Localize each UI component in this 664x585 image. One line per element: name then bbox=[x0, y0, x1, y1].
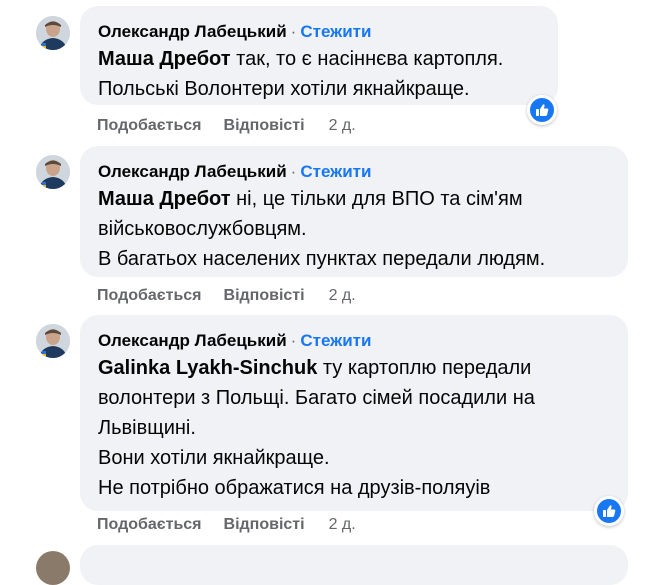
avatar-photo-icon bbox=[36, 16, 70, 50]
mention-link[interactable]: Маша Дребот bbox=[98, 188, 231, 210]
reaction-badge[interactable] bbox=[594, 496, 624, 526]
avatar[interactable] bbox=[36, 16, 70, 50]
author-name[interactable]: Олександр Лабецький bbox=[98, 331, 287, 350]
comment-bubble bbox=[80, 545, 628, 585]
timestamp[interactable]: 2 д. bbox=[329, 516, 356, 533]
comment-text: Galinka Lyakh-Sinchuk ту картоплю переда… bbox=[98, 353, 612, 503]
like-button[interactable]: Подобається bbox=[97, 287, 202, 304]
comment-text-line: волонтери з Польщі. Багато сімей посадил… bbox=[98, 387, 535, 409]
comment-actions: Подобається Відповісті 2 д. bbox=[97, 287, 378, 305]
reply-button[interactable]: Відповісті bbox=[224, 117, 305, 134]
mention-link[interactable]: Galinka Lyakh-Sinchuk bbox=[98, 357, 317, 379]
avatar[interactable] bbox=[36, 551, 70, 585]
comment-actions: Подобається Відповісті 2 д. bbox=[97, 117, 378, 135]
comment-header: Олександр Лабецький · Стежити bbox=[98, 329, 612, 353]
comment-text: Маша Дребот ні, це тільки для ВПО та сім… bbox=[98, 184, 612, 274]
comment-header: Олександр Лабецький · Стежити bbox=[98, 160, 612, 184]
timestamp[interactable]: 2 д. bbox=[329, 287, 356, 304]
separator-dot: · bbox=[290, 331, 297, 350]
avatar[interactable] bbox=[36, 155, 70, 189]
author-name[interactable]: Олександр Лабецький bbox=[98, 162, 287, 181]
author-name[interactable]: Олександр Лабецький bbox=[98, 22, 287, 41]
comment-text: Маша Дребот так, то є насіннєва картопля… bbox=[98, 44, 542, 104]
follow-link[interactable]: Стежити bbox=[300, 162, 371, 181]
thumbs-up-icon bbox=[536, 104, 549, 116]
comment-text-line: Не потрібно ображатися на друзів-поляуів bbox=[98, 477, 491, 499]
comment-text-segment: ні, це тільки для ВПО та сім'ям bbox=[230, 188, 523, 210]
comment-text-line: Вони хотіли якнайкраще. bbox=[98, 447, 330, 469]
comment-actions: Подобається Відповісті 2 д. bbox=[97, 516, 378, 534]
comment-bubble: Олександр Лабецький · Стежити Galinka Lyak… bbox=[80, 315, 628, 511]
comment-text-line: В багатьох населених пунктах передали лю… bbox=[98, 248, 546, 270]
comment-text-segment: так, то є насіннєва картопля. bbox=[230, 48, 504, 70]
mention-link[interactable]: Маша Дребот bbox=[98, 48, 231, 70]
thumbs-up-icon bbox=[603, 505, 616, 517]
separator-dot: · bbox=[290, 162, 297, 181]
reply-button[interactable]: Відповісті bbox=[224, 516, 305, 533]
avatar[interactable] bbox=[36, 324, 70, 358]
like-button[interactable]: Подобається bbox=[97, 516, 202, 533]
comment-text-line: Польські Волонтери хотіли якнайкраще. bbox=[98, 78, 470, 100]
comment-text-line: військовослужбовцям. bbox=[98, 218, 307, 240]
comment-bubble: Олександр Лабецький · Стежити Маша Дребот … bbox=[80, 6, 558, 105]
follow-link[interactable]: Стежити bbox=[300, 22, 371, 41]
avatar-photo-icon bbox=[36, 324, 70, 358]
avatar-photo-icon bbox=[36, 155, 70, 189]
follow-link[interactable]: Стежити bbox=[300, 331, 371, 350]
timestamp[interactable]: 2 д. bbox=[329, 117, 356, 134]
reply-button[interactable]: Відповісті bbox=[224, 287, 305, 304]
comment-header: Олександр Лабецький · Стежити bbox=[98, 20, 542, 44]
like-button[interactable]: Подобається bbox=[97, 117, 202, 134]
separator-dot: · bbox=[290, 22, 297, 41]
comment-bubble: Олександр Лабецький · Стежити Маша Дребот … bbox=[80, 146, 628, 277]
comment-text-segment: ту картоплю передали bbox=[317, 357, 532, 379]
reaction-badge[interactable] bbox=[527, 95, 557, 125]
comment-text-line: Львівщині. bbox=[98, 417, 196, 439]
